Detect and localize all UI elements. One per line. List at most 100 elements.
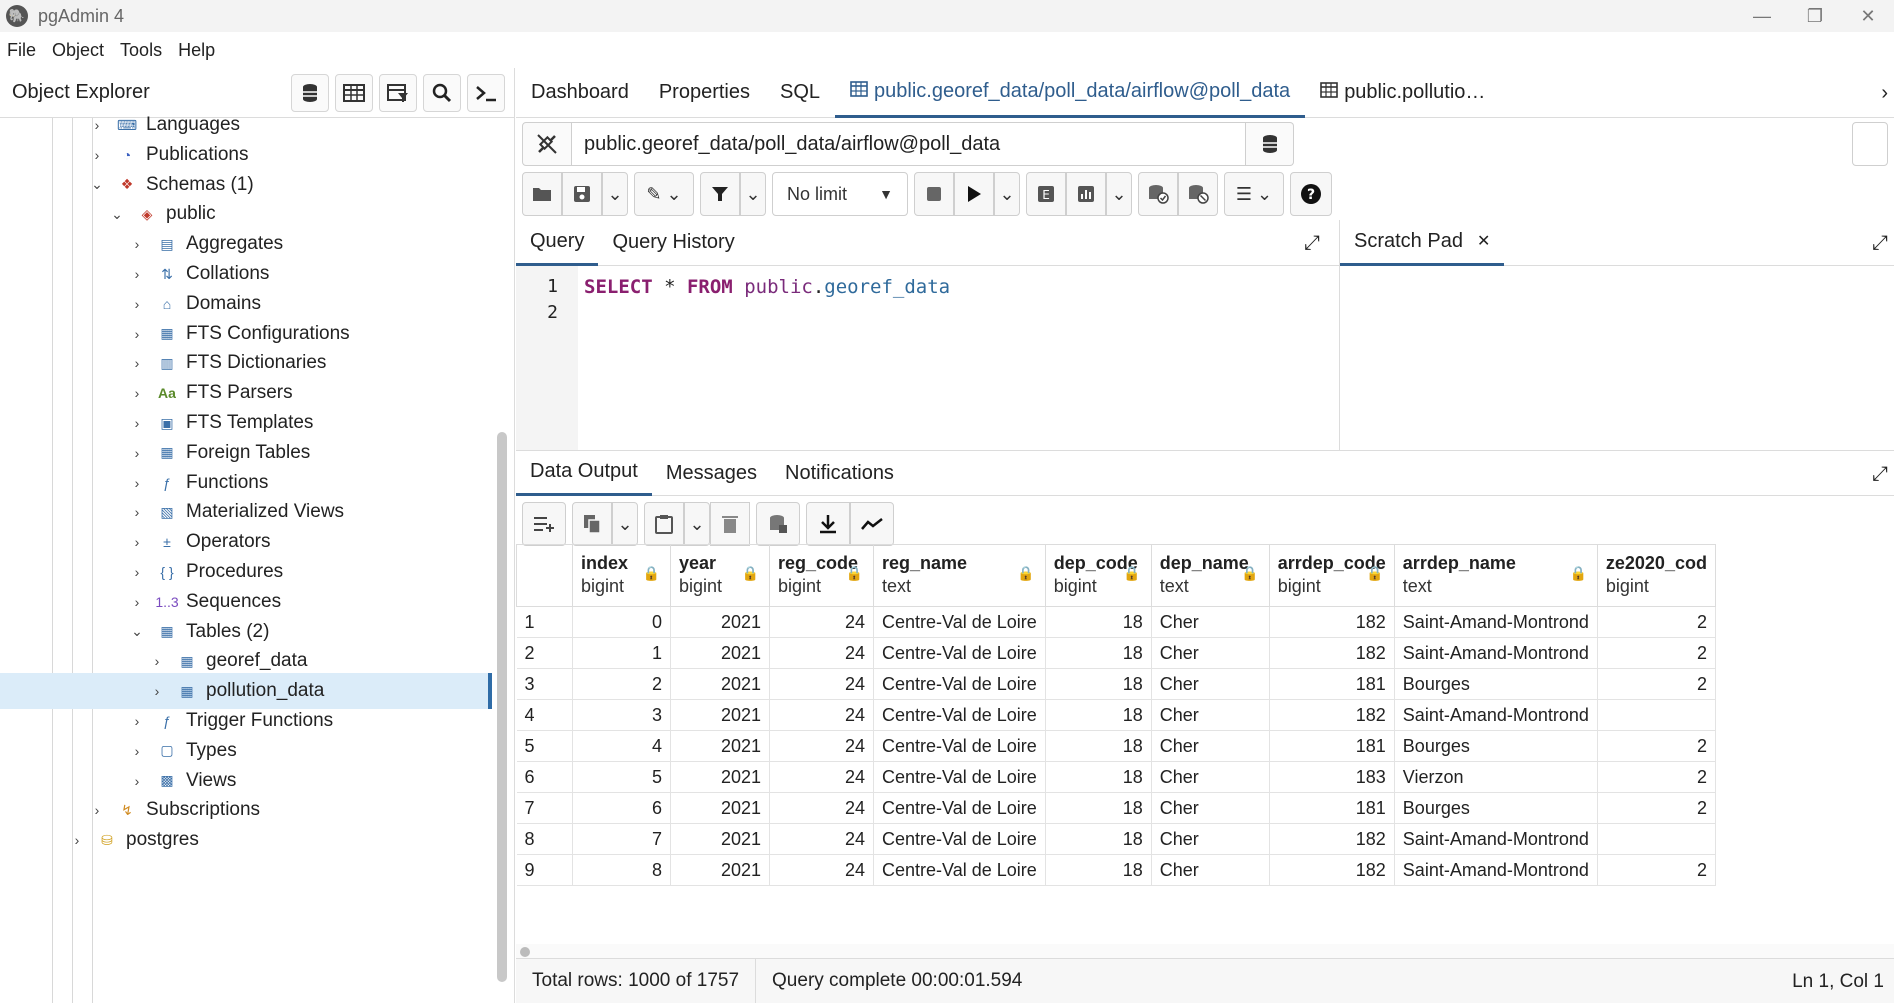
chevron-right-icon[interactable]: › bbox=[130, 296, 144, 312]
refresh-icon[interactable] bbox=[1852, 122, 1888, 166]
table-cell[interactable]: 24 bbox=[769, 606, 874, 638]
sql-editor[interactable]: SELECT * FROM public.georef_data bbox=[584, 276, 950, 298]
database-icon[interactable] bbox=[1246, 122, 1294, 166]
table-cell[interactable]: Cher bbox=[1151, 699, 1270, 731]
tab-scratch-pad[interactable]: Scratch Pad ✕ bbox=[1340, 220, 1505, 266]
chevron-down-icon[interactable]: ⌄ bbox=[1106, 172, 1132, 216]
chevron-right-icon[interactable]: › bbox=[130, 236, 144, 252]
table-cell[interactable]: Cher bbox=[1151, 730, 1270, 762]
table-cell[interactable]: 18 bbox=[1045, 792, 1152, 824]
table-cell[interactable]: 2 bbox=[1597, 668, 1716, 700]
table-cell[interactable]: 182 bbox=[1269, 699, 1395, 731]
table-row[interactable]: 3 2 2021 24 Centre-Val de Loire 18 Cher 181 Bour… bbox=[516, 668, 1716, 700]
table-row[interactable]: 7 6 2021 24 Centre-Val de Loire 18 Cher 181 Bour… bbox=[516, 792, 1716, 824]
table-cell[interactable]: Centre-Val de Loire bbox=[873, 730, 1046, 762]
table-cell[interactable]: Vierzon bbox=[1394, 761, 1598, 793]
column-header[interactable]: arrdep_name text 🔒 bbox=[1393, 544, 1598, 607]
chevron-right-icon[interactable]: › bbox=[70, 832, 84, 848]
column-header[interactable]: reg_name text 🔒 bbox=[873, 544, 1046, 607]
table-cell[interactable]: 2021 bbox=[670, 761, 770, 793]
table-cell[interactable]: 24 bbox=[769, 823, 874, 855]
row-number-cell[interactable]: 7 bbox=[516, 792, 573, 824]
minimize-button[interactable]: — bbox=[1732, 0, 1792, 32]
table-cell[interactable]: 2 bbox=[1597, 761, 1716, 793]
table-cell[interactable]: 3 bbox=[572, 699, 671, 731]
table-cell[interactable]: 18 bbox=[1045, 637, 1152, 669]
chevron-right-icon[interactable]: › bbox=[130, 326, 144, 342]
table-cell[interactable]: 24 bbox=[769, 668, 874, 700]
edit-pencil-icon[interactable]: ✎ ⌄ bbox=[634, 172, 694, 216]
table-cell[interactable]: 6 bbox=[572, 792, 671, 824]
tab-query-pollution[interactable]: public.pollutio… bbox=[1305, 68, 1500, 118]
chevron-down-icon[interactable]: ⌄ bbox=[994, 172, 1020, 216]
table-cell[interactable]: Saint-Amand-Montrond bbox=[1394, 606, 1598, 638]
tab-notifications[interactable]: Notifications bbox=[771, 450, 908, 496]
chevron-right-icon[interactable]: › bbox=[130, 773, 144, 789]
menu-object[interactable]: Object bbox=[44, 40, 112, 61]
chevron-right-icon[interactable]: › bbox=[150, 683, 164, 699]
table-cell[interactable] bbox=[1597, 699, 1716, 731]
table-cell[interactable]: 4 bbox=[572, 730, 671, 762]
table-cell[interactable]: 182 bbox=[1269, 823, 1395, 855]
chevron-right-icon[interactable]: › bbox=[130, 475, 144, 491]
connection-select[interactable]: public.georef_data/poll_data/airflow@pol… bbox=[572, 122, 1246, 166]
tree-node[interactable]: › ⛁ postgres bbox=[0, 822, 492, 858]
save-icon[interactable] bbox=[562, 172, 602, 216]
table-cell[interactable]: 182 bbox=[1269, 637, 1395, 669]
table-cell[interactable]: 2 bbox=[572, 668, 671, 700]
table-cell[interactable]: 2021 bbox=[670, 730, 770, 762]
chevron-right-icon[interactable]: › bbox=[90, 117, 104, 133]
maximize-icon[interactable]: ⤢ bbox=[1304, 232, 1320, 255]
table-cell[interactable]: 24 bbox=[769, 854, 874, 886]
tab-query[interactable]: Query bbox=[516, 220, 599, 266]
table-cell[interactable]: 2 bbox=[1597, 730, 1716, 762]
table-cell[interactable]: Saint-Amand-Montrond bbox=[1394, 637, 1598, 669]
tab-dashboard[interactable]: Dashboard bbox=[516, 68, 644, 118]
row-number-cell[interactable]: 2 bbox=[516, 637, 573, 669]
chevron-down-icon[interactable]: ⌄ bbox=[130, 623, 144, 639]
table-cell[interactable]: Centre-Val de Loire bbox=[873, 637, 1046, 669]
row-number-cell[interactable]: 6 bbox=[516, 761, 573, 793]
table-cell[interactable]: 24 bbox=[769, 761, 874, 793]
menu-help[interactable]: Help bbox=[170, 40, 223, 61]
table-cell[interactable]: 24 bbox=[769, 730, 874, 762]
table-row[interactable]: 6 5 2021 24 Centre-Val de Loire 18 Cher 183 Vier… bbox=[516, 761, 1716, 793]
column-header[interactable]: index bigint 🔒 bbox=[572, 544, 671, 607]
chevron-right-icon[interactable]: › bbox=[130, 504, 144, 520]
table-cell[interactable]: Centre-Val de Loire bbox=[873, 668, 1046, 700]
row-number-cell[interactable]: 5 bbox=[516, 730, 573, 762]
table-cell[interactable]: 182 bbox=[1269, 606, 1395, 638]
table-row[interactable]: 1 0 2021 24 Centre-Val de Loire 18 Cher 182 Sain… bbox=[516, 606, 1716, 638]
chevron-down-icon[interactable]: ⌄ bbox=[740, 172, 766, 216]
table-cell[interactable]: Cher bbox=[1151, 761, 1270, 793]
table-cell[interactable]: 24 bbox=[769, 699, 874, 731]
download-icon[interactable] bbox=[806, 502, 850, 546]
table-cell[interactable]: Cher bbox=[1151, 668, 1270, 700]
table-cell[interactable]: 2 bbox=[1597, 637, 1716, 669]
table-cell[interactable]: Centre-Val de Loire bbox=[873, 699, 1046, 731]
table-cell[interactable]: 18 bbox=[1045, 699, 1152, 731]
chevron-right-icon[interactable]: › bbox=[130, 534, 144, 550]
table-cell[interactable]: Cher bbox=[1151, 792, 1270, 824]
table-cell[interactable]: Bourges bbox=[1394, 668, 1598, 700]
save-data-icon[interactable] bbox=[756, 502, 800, 546]
table-cell[interactable]: 1 bbox=[572, 637, 671, 669]
table-cell[interactable]: Centre-Val de Loire bbox=[873, 854, 1046, 886]
table-cell[interactable]: Saint-Amand-Montrond bbox=[1394, 854, 1598, 886]
tab-sql[interactable]: SQL bbox=[765, 68, 835, 118]
chevron-right-icon[interactable]: › bbox=[130, 355, 144, 371]
tab-data-output[interactable]: Data Output bbox=[516, 450, 652, 496]
chevron-right-icon[interactable]: › bbox=[130, 713, 144, 729]
tab-query-history[interactable]: Query History bbox=[598, 220, 748, 266]
table-cell[interactable]: Cher bbox=[1151, 823, 1270, 855]
row-number-cell[interactable]: 8 bbox=[516, 823, 573, 855]
chevron-down-icon[interactable]: ⌄ bbox=[684, 502, 710, 546]
macros-list-icon[interactable]: ☰ ⌄ bbox=[1224, 172, 1284, 216]
chevron-down-icon[interactable]: ⌄ bbox=[90, 176, 104, 192]
table-cell[interactable]: 18 bbox=[1045, 606, 1152, 638]
maximize-icon[interactable]: ⤢ bbox=[1872, 232, 1888, 255]
table-cell[interactable]: Cher bbox=[1151, 637, 1270, 669]
chevron-right-icon[interactable]: › bbox=[150, 653, 164, 669]
paste-icon[interactable] bbox=[644, 502, 684, 546]
table-cell[interactable]: 2021 bbox=[670, 792, 770, 824]
